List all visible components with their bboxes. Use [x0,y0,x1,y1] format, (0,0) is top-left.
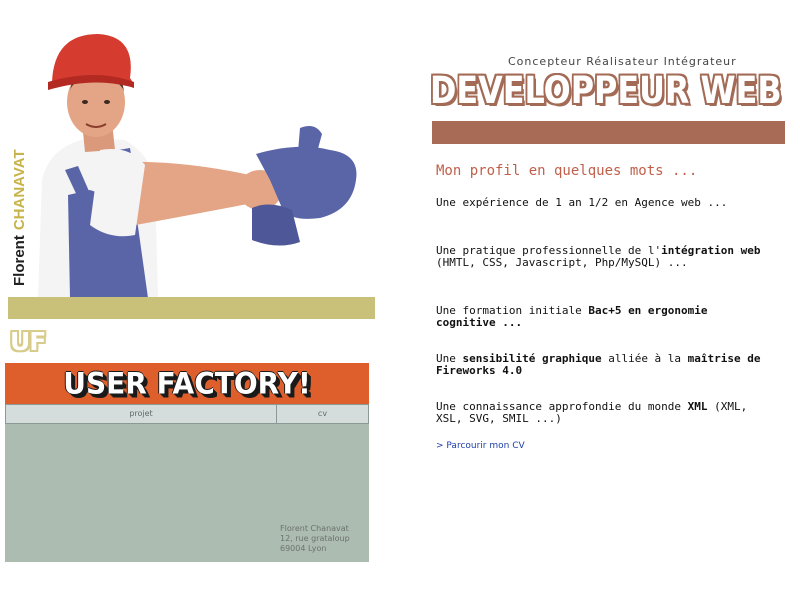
address-name: Florent Chanavat [280,524,349,533]
address-panel: Florent Chanavat 12, rue grataloup 69004… [5,424,369,562]
brand-banner: USER FACTORY! [5,363,369,404]
profile-text: (HMTL, CSS, Javascript, Php/MySQL) ... [436,256,688,269]
profile-item-graphics: Une sensibilité graphique alliée à la ma… [436,353,766,377]
vertical-author-name: Florent CHANAVAT [9,116,31,286]
author-first-name: Florent [11,235,28,286]
profile-item-integration: Une pratique professionnelle de l'intégr… [436,245,766,269]
tab-cv[interactable]: cv [277,405,368,423]
profile-item-experience: Une expérience de 1 an 1/2 en Agence web… [436,197,766,209]
construction-worker-illustration [38,34,357,298]
profile-text: alliée à la [601,352,688,365]
profile-item-xml: Une connaissance approfondie du monde XM… [436,401,766,425]
address-street: 12, rue grataloup [280,534,350,543]
tagline: Concepteur Réalisateur Intégrateur [508,55,737,68]
profile-heading: Mon profil en quelques mots ... [436,163,698,179]
uf-logo: UF [10,327,46,356]
profile-item-education: Une formation initiale Bac+5 en ergonomi… [436,305,766,329]
address-block: Florent Chanavat 12, rue grataloup 69004… [280,524,350,554]
tab-projet[interactable]: projet [6,405,277,423]
author-last-name: CHANAVAT [11,149,28,231]
olive-divider-bar [8,297,375,319]
address-city: 69004 Lyon [280,544,327,553]
cv-link[interactable]: > Parcourir mon CV [436,441,525,451]
nav-bar: projet cv [5,404,369,424]
brand-name: USER FACTORY! [63,366,311,401]
page-title: DEVELOPPEUR WEB [430,69,782,112]
title-underline-bar [432,121,785,144]
profile-text: Une expérience de 1 an 1/2 en Agence web… [436,196,728,209]
profile-text-bold: XML [687,400,708,413]
